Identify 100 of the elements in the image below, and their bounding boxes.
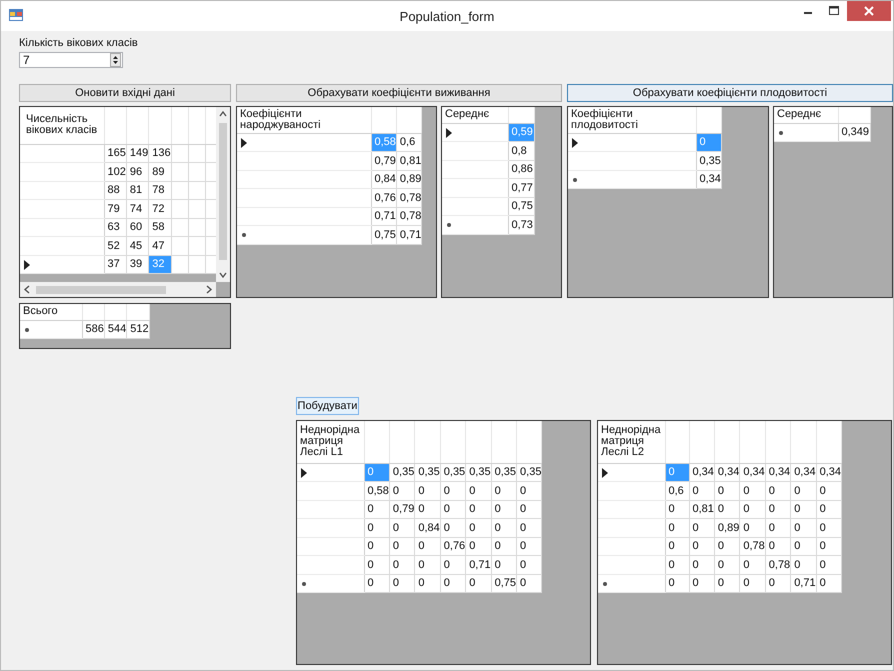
table-cell[interactable]: 0,75 — [508, 197, 534, 216]
table-cell[interactable]: 0,349 — [838, 123, 870, 142]
table-cell[interactable]: 0 — [389, 482, 415, 500]
table-cell[interactable]: 0 — [516, 518, 542, 537]
table-cell[interactable]: 0,78 — [396, 188, 422, 207]
table-cell[interactable]: 0,35 — [389, 463, 415, 482]
table-cell[interactable]: 0 — [466, 518, 492, 537]
table-cell[interactable]: 0,35 — [440, 463, 466, 482]
build-button[interactable]: Побудувати — [296, 397, 359, 415]
table-cell[interactable]: 39 — [126, 255, 149, 274]
table-cell[interactable]: 586 — [82, 320, 104, 338]
table-cell[interactable]: 0 — [740, 556, 766, 574]
table-cell[interactable]: 0 — [816, 556, 842, 574]
table-cell[interactable]: 0 — [364, 518, 390, 537]
table-cell[interactable]: 81 — [126, 181, 149, 200]
table-cell[interactable]: 79 — [104, 200, 126, 218]
table-cell[interactable]: 0,76 — [440, 537, 466, 556]
table-cell[interactable]: 0,71 — [466, 556, 492, 574]
table-cell[interactable]: 0 — [466, 500, 492, 518]
table-cell[interactable]: 0 — [364, 574, 390, 592]
vertical-scrollbar[interactable] — [216, 107, 230, 282]
table-cell[interactable]: 0 — [665, 500, 689, 518]
table-cell[interactable]: 0,78 — [396, 207, 422, 226]
refresh-button[interactable]: Оновити вхідні дані — [19, 84, 231, 102]
table-cell[interactable]: 0,34 — [765, 463, 791, 482]
table-cell[interactable]: 0 — [466, 537, 492, 556]
table-cell[interactable]: 0 — [816, 518, 842, 537]
table-cell[interactable]: 0,77 — [508, 178, 534, 197]
table-cell[interactable]: 0 — [689, 537, 714, 556]
table-cell[interactable]: 0,89 — [714, 518, 740, 537]
table-cell[interactable]: 0,35 — [414, 463, 440, 482]
table-cell[interactable]: 0 — [440, 574, 466, 592]
table-cell[interactable]: 0 — [414, 500, 440, 518]
table-cell[interactable]: 0 — [790, 537, 816, 556]
data-grid[interactable]: Чисельність вікових класів 165 149 136 102 96 89 88 81 78 79 74 72 63 60 58 52 45 47 37 39 32 — [19, 106, 231, 298]
table-cell[interactable]: 0 — [389, 518, 415, 537]
table-cell[interactable]: 102 — [104, 162, 126, 181]
data-grid[interactable]: Середнє 0,59 0,8 0,86 0,77 0,75 0,73 — [441, 106, 562, 298]
horizontal-scrollbar[interactable] — [20, 282, 216, 297]
table-cell[interactable]: 0 — [516, 556, 542, 574]
table-cell[interactable]: 0,34 — [696, 170, 722, 188]
table-cell[interactable]: 0 — [466, 482, 492, 500]
table-cell[interactable]: 0,76 — [371, 188, 396, 207]
table-cell[interactable]: 0,6 — [396, 133, 422, 152]
table-cell[interactable]: 0 — [516, 537, 542, 556]
table-cell[interactable]: 0 — [714, 537, 740, 556]
fertility-button[interactable]: Обрахувати коефіцієнти плодовитості — [567, 84, 893, 102]
table-cell[interactable]: 0 — [689, 482, 714, 500]
table-cell[interactable]: 0 — [364, 556, 390, 574]
table-cell[interactable]: 0,73 — [508, 216, 534, 234]
table-cell[interactable]: 0 — [740, 500, 766, 518]
table-cell[interactable]: 0,75 — [491, 574, 517, 592]
table-cell[interactable]: 0 — [665, 556, 689, 574]
table-cell[interactable]: 0 — [491, 482, 517, 500]
table-cell[interactable]: 0 — [740, 574, 766, 592]
table-cell[interactable]: 0,35 — [696, 152, 722, 170]
table-cell[interactable]: 0,34 — [816, 463, 842, 482]
table-cell[interactable]: 0 — [364, 500, 390, 518]
table-cell[interactable]: 0,71 — [371, 207, 396, 226]
table-cell[interactable]: 149 — [126, 144, 149, 162]
table-cell[interactable]: 0,71 — [790, 574, 816, 592]
table-cell[interactable]: 37 — [104, 255, 126, 274]
table-cell[interactable]: 0 — [790, 518, 816, 537]
table-cell[interactable]: 0 — [440, 518, 466, 537]
table-cell[interactable]: 0 — [389, 556, 415, 574]
data-grid[interactable]: Коефіцієнти плодовитості 0 0,35 0,34 — [567, 106, 769, 298]
table-cell[interactable]: 0 — [714, 500, 740, 518]
table-cell[interactable]: 0 — [790, 500, 816, 518]
table-cell[interactable]: 0,35 — [491, 463, 517, 482]
row-header[interactable] — [297, 463, 364, 482]
table-cell[interactable]: 0 — [790, 556, 816, 574]
table-cell[interactable]: 165 — [104, 144, 126, 162]
data-grid[interactable]: Всього 586 544 512 — [19, 303, 231, 349]
table-cell[interactable]: 0,84 — [371, 170, 396, 188]
table-cell[interactable]: 0 — [714, 556, 740, 574]
table-cell[interactable]: 0 — [491, 518, 517, 537]
table-cell[interactable]: 0 — [665, 574, 689, 592]
table-cell[interactable]: 0,75 — [371, 226, 396, 244]
table-cell[interactable]: 0 — [491, 537, 517, 556]
table-cell[interactable]: 0 — [491, 500, 517, 518]
table-cell[interactable]: 0,81 — [689, 500, 714, 518]
table-cell[interactable]: 0,84 — [414, 518, 440, 537]
table-cell[interactable]: 0,89 — [396, 170, 422, 188]
table-cell[interactable]: 0 — [665, 537, 689, 556]
table-cell[interactable]: 0,35 — [466, 463, 492, 482]
table-cell[interactable]: 0 — [414, 556, 440, 574]
table-cell[interactable]: 0,34 — [790, 463, 816, 482]
number-field[interactable]: 7 — [19, 52, 123, 68]
table-cell[interactable]: 0,8 — [508, 142, 534, 160]
table-cell[interactable]: 0 — [491, 556, 517, 574]
close-icon[interactable] — [847, 1, 891, 21]
table-cell[interactable]: 47 — [148, 236, 172, 255]
table-cell[interactable]: 0 — [790, 482, 816, 500]
spinner-icon[interactable] — [110, 53, 121, 67]
table-cell[interactable]: 0,81 — [396, 152, 422, 170]
data-grid[interactable]: Неднорідна матриця Леслі L1 0 0,35 0,35 0,35 0,35 0,35 0,35 0,58 0 0 0 0 0 0 0 0,79 0 0 0 0 0 0 0 0,84 0 0 0 0 0 0 0 0,76 0 0 0 0 0 0 0 0,71 0 0 0 0 0 0 0 0,75 0 — [296, 420, 591, 665]
table-cell[interactable]: 0,78 — [740, 537, 766, 556]
table-cell[interactable]: 0 — [740, 482, 766, 500]
table-cell[interactable]: 0 — [440, 482, 466, 500]
row-header[interactable] — [442, 123, 508, 142]
